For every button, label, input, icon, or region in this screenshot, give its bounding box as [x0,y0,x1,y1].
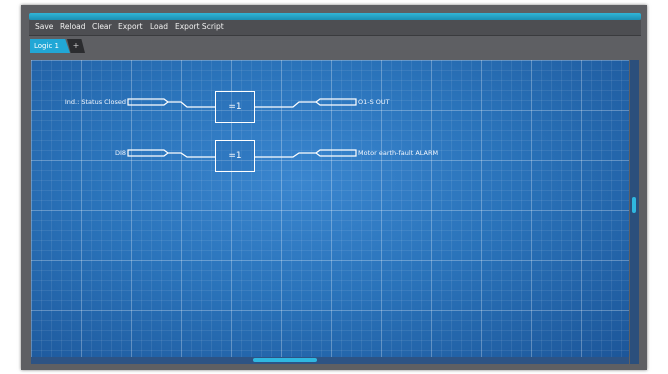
output-label-row2: Motor earth-fault ALARM [358,149,439,157]
wire-output-row1 [255,101,316,108]
horizontal-scrollbar[interactable] [31,357,629,364]
xor-gate-row1[interactable]: =1 [215,91,255,123]
input-pin-row1 [127,98,169,106]
tab-bar: Logic 1 + [21,36,647,56]
menu-bar: Save Reload Clear Export Load Export Scr… [29,20,641,36]
wire-input-row2 [168,152,215,158]
add-tab-button[interactable]: + [67,39,85,53]
xor-gate-row2[interactable]: =1 [215,140,255,172]
wire-output-row2 [255,152,316,158]
export-script-menu-item[interactable]: Export Script [175,21,224,33]
reload-menu-item[interactable]: Reload [60,21,86,33]
input-label-row2: DI8 [114,149,126,157]
output-pin-row1 [315,98,357,106]
input-pin-row2 [127,149,169,157]
vertical-scrollbar[interactable] [630,60,639,364]
vertical-scroll-thumb[interactable] [632,197,636,213]
tab-logic-1[interactable]: Logic 1 [30,39,70,53]
export-menu-item[interactable]: Export [118,21,143,33]
input-label-row1: Ind.: Status Closed [64,98,126,106]
output-pin-row2 [315,149,357,157]
horizontal-scroll-thumb[interactable] [253,358,317,362]
logic-canvas[interactable]: Ind.: Status Closed =1 O1-S OUT DI8 =1 M… [31,60,629,364]
wire-input-row1 [168,101,215,108]
logic-editor-window: Save Reload Clear Export Load Export Scr… [21,5,647,370]
title-strip [29,13,641,20]
clear-menu-item[interactable]: Clear [92,21,112,33]
load-menu-item[interactable]: Load [150,21,168,33]
output-label-row1: O1-S OUT [358,98,390,106]
save-menu-item[interactable]: Save [35,21,53,33]
